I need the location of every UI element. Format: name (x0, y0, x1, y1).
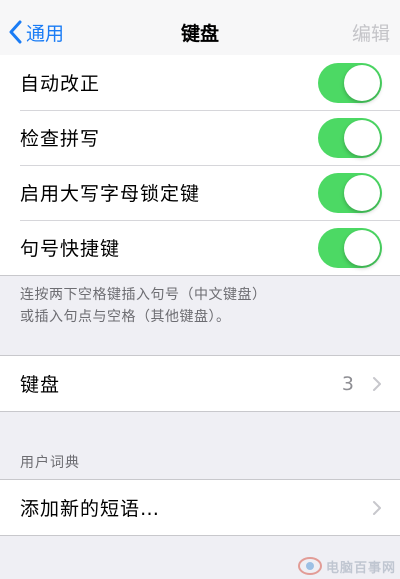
spell-check-label: 检查拼写 (20, 128, 101, 150)
user-dictionary-header: 用户词典 (20, 455, 80, 471)
caps-lock-toggle[interactable] (318, 172, 382, 213)
keyboards-label: 键盘 (20, 374, 61, 396)
chevron-right-icon (372, 376, 382, 392)
watermark: 电脑百事网 (297, 555, 396, 577)
period-shortcut-row: 句号快捷键 (0, 220, 400, 275)
toggle-knob (344, 174, 380, 211)
caps-lock-label: 启用大写字母锁定键 (20, 183, 201, 205)
toggle-knob (344, 64, 380, 101)
chevron-left-icon (9, 20, 22, 44)
auto-correct-row: 自动改正 (0, 55, 400, 110)
period-shortcut-toggle[interactable] (318, 227, 382, 268)
back-button-label: 通用 (26, 22, 65, 45)
user-dictionary-group: 添加新的短语… (0, 479, 400, 536)
back-button[interactable]: 通用 (8, 14, 64, 50)
keyboards-group: 键盘 3 (0, 355, 400, 412)
footnote-line-1: 连按两下空格键插入句号（中文键盘） (20, 287, 267, 303)
auto-correct-toggle[interactable] (318, 62, 382, 103)
spell-check-toggle[interactable] (318, 117, 382, 158)
caps-lock-row: 启用大写字母锁定键 (0, 165, 400, 220)
spell-check-row: 检查拼写 (0, 110, 400, 165)
keyboards-count: 3 (341, 372, 354, 395)
period-shortcut-footnote: 连按两下空格键插入句号（中文键盘） 或插入句点与空格（其他键盘）。 (20, 284, 380, 328)
edit-button[interactable]: 编辑 (352, 19, 390, 46)
footnote-line-2: 或插入句点与空格（其他键盘）。 (20, 309, 231, 325)
toggle-settings-group: 自动改正 检查拼写 启用大写字母锁定键 句号快捷键 (0, 55, 400, 276)
toggle-knob (344, 229, 380, 266)
watermark-text: 电脑百事网 (325, 560, 396, 576)
auto-correct-label: 自动改正 (20, 73, 101, 95)
toggle-knob (344, 119, 380, 156)
chevron-right-icon (372, 500, 382, 516)
add-phrase-row[interactable]: 添加新的短语… (0, 480, 400, 535)
watermark-logo-icon (297, 557, 322, 575)
period-shortcut-label: 句号快捷键 (20, 238, 121, 260)
add-phrase-label: 添加新的短语… (20, 498, 161, 520)
keyboards-row[interactable]: 键盘 3 (0, 356, 400, 411)
